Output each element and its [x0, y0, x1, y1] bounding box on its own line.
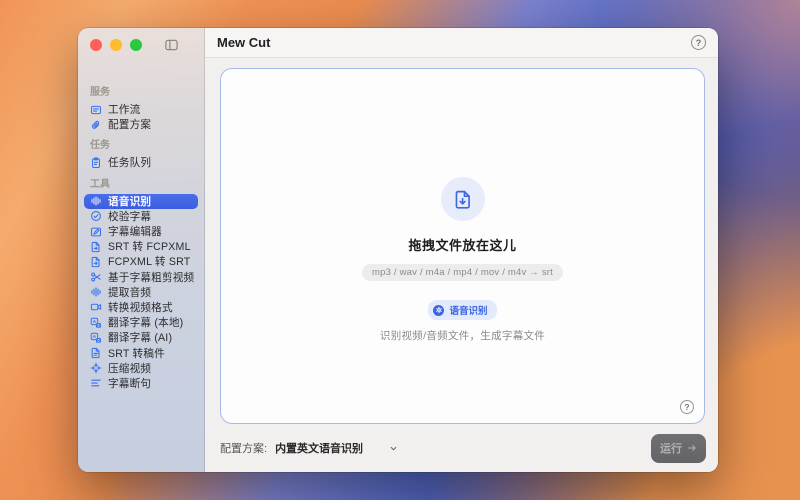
sidebar-item-label: 语音识别	[108, 195, 152, 208]
sidebar-toggle-icon[interactable]	[164, 38, 179, 52]
sidebar-item-label: 字幕编辑器	[108, 226, 162, 239]
supported-formats-pill: mp3 / wav / m4a / mp4 / mov / m4v → srt	[362, 264, 563, 281]
config-scheme-value: 内置英文语音识别	[275, 443, 364, 455]
dropzone-title: 拖拽文件放在这儿	[408, 238, 517, 253]
video-camera-icon	[90, 301, 102, 313]
file-download-icon	[440, 177, 485, 221]
sidebar-item-validate-subtitles[interactable]: 校验字幕	[84, 209, 198, 224]
sidebar-item-srt-to-fcpxml[interactable]: SRT 转 FCPXML	[84, 239, 198, 254]
translate-icon	[90, 317, 102, 329]
sidebar-item-rough-cut-by-subtitles[interactable]: 基于字幕粗剪视频	[84, 270, 198, 285]
sidebar-item-srt-to-manuscript[interactable]: SRT 转稿件	[84, 345, 198, 360]
sidebar-item-translate-subtitles-ai[interactable]: 翻译字幕 (AI)	[84, 330, 198, 345]
subtitle-editor-icon	[90, 226, 102, 238]
dropzone-help-button[interactable]: ?	[680, 400, 694, 414]
sidebar-item-label: FCPXML 转 SRT	[108, 256, 191, 269]
paperclip-icon	[90, 119, 102, 131]
sidebar-item-task-queue[interactable]: 任务队列	[84, 155, 198, 170]
close-window-button[interactable]	[90, 39, 102, 51]
sidebar-item-label: 工作流	[108, 104, 141, 117]
footer-bar: 配置方案: 内置英文语音识别 运行	[205, 424, 718, 472]
sidebar-item-subtitle-editor[interactable]: 字幕编辑器	[84, 224, 198, 239]
run-button-label: 运行	[660, 443, 682, 455]
sidebar-item-speech-recognition[interactable]: 语音识别	[84, 193, 198, 209]
tool-badge: 语音识别	[428, 300, 497, 320]
sidebar-item-label: 转换视频格式	[108, 301, 173, 314]
doc-convert-icon	[90, 256, 102, 268]
doc-convert-icon	[90, 241, 102, 253]
sidebar-item-extract-audio[interactable]: 提取音频	[84, 285, 198, 300]
segment-lines-icon	[90, 377, 102, 389]
sidebar-item-label: 提取音频	[108, 286, 152, 299]
sidebar-item-label: 压缩视频	[108, 362, 152, 375]
zoom-window-button[interactable]	[130, 39, 142, 51]
translate-icon	[90, 332, 102, 344]
sidebar-item-label: 校验字幕	[108, 210, 152, 223]
main-panel: Mew Cut ? 拖拽文件放在这儿 mp3 / wav / m4a / mp4…	[205, 28, 718, 472]
page-title: Mew Cut	[217, 35, 271, 50]
check-circle-icon	[90, 210, 102, 222]
chevron-down-icon	[389, 444, 398, 453]
config-scheme-label: 配置方案:	[220, 443, 268, 455]
run-button[interactable]: 运行	[651, 433, 706, 463]
waveform-icon	[90, 195, 102, 207]
sidebar-item-config-scheme[interactable]: 配置方案	[84, 117, 198, 132]
sidebar-section-tools: 工具	[90, 178, 110, 190]
arrow-right-icon	[687, 443, 697, 453]
gear-icon	[433, 304, 445, 316]
workflow-icon	[90, 104, 102, 116]
sidebar-item-label: SRT 转 FCPXML	[108, 241, 191, 254]
sidebar-item-label: 字幕断句	[108, 377, 152, 390]
app-window: 服务 工作流 配置方案 任务 任务队列 工具 语音识别 校验字幕 字幕编辑器 S…	[78, 28, 718, 472]
tool-badge-label: 语音识别	[449, 306, 488, 317]
help-button[interactable]: ?	[691, 35, 706, 50]
config-scheme-dropdown[interactable]: 内置英文语音识别	[275, 440, 398, 456]
scissors-icon	[90, 271, 102, 283]
sidebar: 服务 工作流 配置方案 任务 任务队列 工具 语音识别 校验字幕 字幕编辑器 S…	[78, 28, 205, 472]
minimize-window-button[interactable]	[110, 39, 122, 51]
sidebar-section-tasks: 任务	[90, 140, 110, 152]
waveform-icon	[90, 286, 102, 298]
document-icon	[90, 347, 102, 359]
sidebar-item-label: 翻译字幕 (本地)	[108, 317, 184, 330]
titlebar: Mew Cut ?	[205, 28, 718, 58]
sidebar-item-label: SRT 转稿件	[108, 347, 165, 360]
sidebar-section-services: 服务	[90, 87, 110, 98]
sidebar-item-convert-video-format[interactable]: 转换视频格式	[84, 300, 198, 315]
file-dropzone[interactable]: 拖拽文件放在这儿 mp3 / wav / m4a / mp4 / mov / m…	[220, 68, 705, 424]
sidebar-item-fcpxml-to-srt[interactable]: FCPXML 转 SRT	[84, 254, 198, 269]
sidebar-item-label: 翻译字幕 (AI)	[108, 332, 173, 345]
content-area: 拖拽文件放在这儿 mp3 / wav / m4a / mp4 / mov / m…	[205, 58, 718, 472]
sidebar-item-translate-subtitles-local[interactable]: 翻译字幕 (本地)	[84, 315, 198, 330]
window-controls	[84, 28, 198, 62]
dropzone-caption: 识别视频/音频文件，生成字幕文件	[379, 330, 546, 342]
clipboard-icon	[90, 157, 102, 169]
compress-icon	[90, 362, 102, 374]
sidebar-item-label: 基于字幕粗剪视频	[108, 271, 195, 284]
sidebar-item-subtitle-segmentation[interactable]: 字幕断句	[84, 376, 198, 391]
sidebar-item-label: 配置方案	[108, 119, 152, 132]
sidebar-item-workflow[interactable]: 工作流	[84, 102, 198, 117]
sidebar-item-label: 任务队列	[108, 157, 152, 170]
sidebar-item-compress-video[interactable]: 压缩视频	[84, 361, 198, 376]
